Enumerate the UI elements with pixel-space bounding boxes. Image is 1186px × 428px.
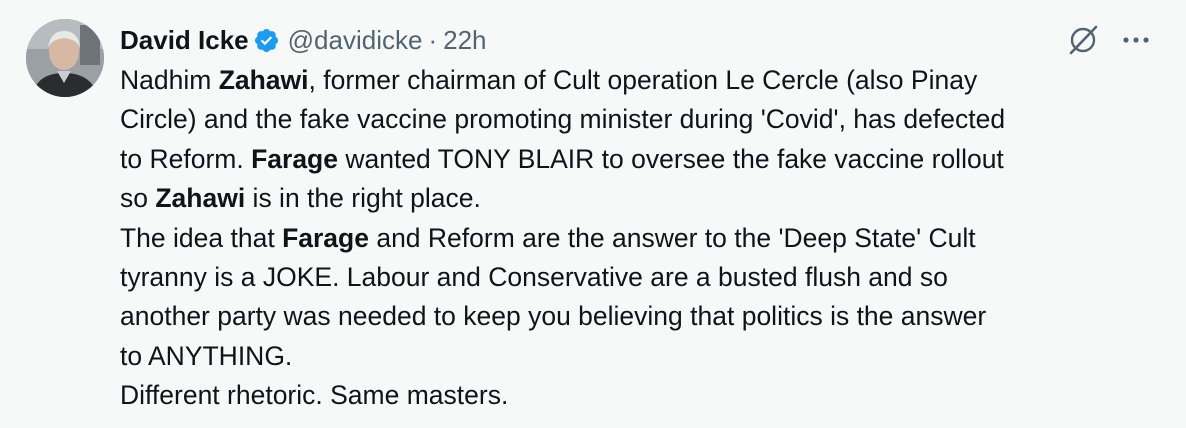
text-run: and Reform are the answer to the 'Deep S… (368, 222, 976, 253)
text-run: The idea that (120, 222, 283, 253)
more-options-icon[interactable] (1118, 22, 1154, 58)
author-handle[interactable]: @davidicke (288, 22, 423, 58)
text-run: Circle) and the fake vaccine promoting m… (120, 104, 1006, 135)
text-run: another party was needed to keep you bel… (120, 301, 987, 332)
tweet-text-line: The idea that Farage and Reform are the … (120, 219, 1170, 258)
tweet-timestamp[interactable]: 22h (443, 22, 486, 58)
header-separator: · (428, 25, 438, 55)
tweet-text-line: Nadhim Zahawi, former chairman of Cult o… (120, 61, 1170, 100)
tweet-header: David Icke @davidicke · 22h (120, 22, 487, 58)
tweet[interactable]: David Icke @davidicke · 22h Nadhim Zahaw… (0, 0, 1186, 428)
tweet-text-line: to Reform. Farage wanted TONY BLAIR to o… (120, 140, 1170, 179)
avatar-image (26, 19, 104, 97)
avatar[interactable] (26, 19, 104, 97)
tweet-text-line: to ANYTHING. (120, 337, 1170, 376)
text-run: to Reform. (120, 143, 252, 174)
text-run: Different rhetoric. Same masters. (120, 380, 509, 411)
text-run: is in the right place. (245, 183, 481, 214)
bold-name-farage: Farage (251, 143, 338, 174)
tweet-text-line: another party was needed to keep you bel… (120, 297, 1170, 336)
bold-name-zahawi: Zahawi (155, 183, 246, 214)
verified-badge-icon (253, 27, 280, 54)
tweet-text-line: Different rhetoric. Same masters. (120, 376, 1170, 415)
author-display-name[interactable]: David Icke (120, 22, 249, 58)
tweet-text-line: Circle) and the fake vaccine promoting m… (120, 100, 1170, 139)
text-run: , former chairman of Cult operation Le C… (308, 65, 978, 95)
text-run: to ANYTHING. (120, 340, 293, 371)
text-run: wanted TONY BLAIR to oversee the fake va… (337, 143, 1004, 174)
bold-name-zahawi: Zahawi (218, 65, 309, 95)
tweet-text-line: so Zahawi is in the right place. (120, 179, 1170, 218)
text-run: so (120, 183, 156, 214)
tweet-text: Nadhim Zahawi, former chairman of Cult o… (120, 61, 1170, 416)
tweet-text-line: tyranny is a JOKE. Labour and Conservati… (120, 258, 1170, 297)
text-run: Nadhim (120, 65, 219, 95)
grok-icon[interactable] (1066, 22, 1102, 58)
text-run: tyranny is a JOKE. Labour and Conservati… (120, 261, 948, 292)
bold-name-farage: Farage (282, 222, 369, 253)
